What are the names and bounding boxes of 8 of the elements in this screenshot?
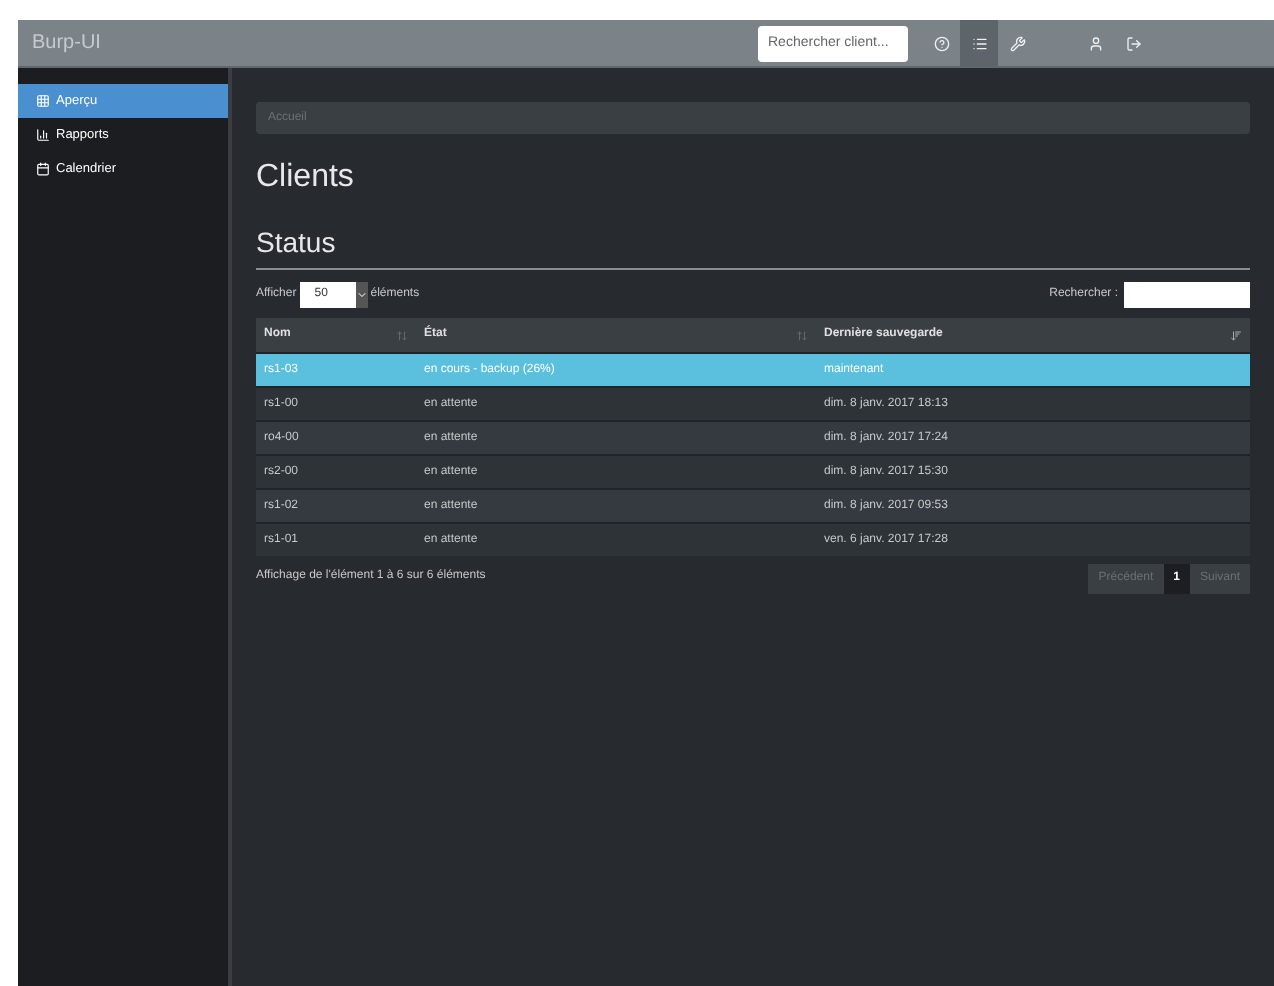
calendar-icon xyxy=(36,162,50,176)
grid-icon xyxy=(36,94,50,108)
section-title: Status xyxy=(256,222,1250,270)
table-search-field[interactable] xyxy=(1124,282,1250,308)
caret-icon xyxy=(356,282,369,308)
bar-chart-icon xyxy=(36,128,50,142)
page-title: Clients xyxy=(256,158,356,198)
list-icon[interactable] xyxy=(960,20,998,66)
